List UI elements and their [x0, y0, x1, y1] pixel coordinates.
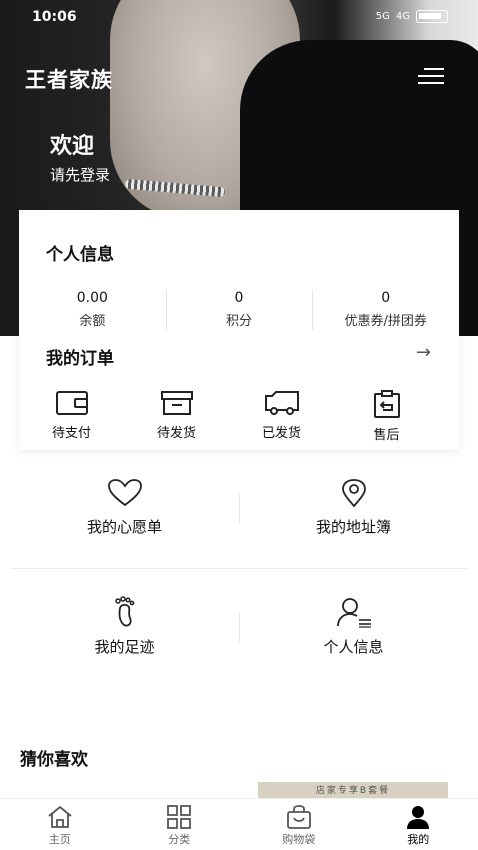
order-pending-payment-label: 待支付: [51, 426, 91, 441]
stat-coupons-value: 0: [381, 290, 391, 306]
tab-category-label: 分类: [168, 833, 191, 846]
truck-icon: [264, 391, 299, 415]
status-bar: 10:06 5G 4G: [0, 8, 478, 28]
footprint-icon: [114, 596, 134, 627]
order-shipped[interactable]: 已发货: [229, 390, 334, 443]
login-link[interactable]: 请先登录: [50, 164, 110, 185]
brand-title: 王者家族: [25, 68, 113, 92]
stat-points-label: 积分: [226, 314, 253, 329]
person-icon: [407, 806, 430, 829]
tab-category[interactable]: 分类: [120, 799, 240, 850]
order-pending-shipment-label: 待发货: [156, 426, 196, 441]
stat-points-value: 0: [234, 290, 244, 306]
wallet-icon: [55, 391, 88, 415]
divider: [10, 568, 468, 569]
order-status-row: 待支付 待发货 已发货 售后: [19, 390, 459, 443]
order-after-sales[interactable]: 售后: [334, 390, 439, 443]
stat-coupons-label: 优惠券/拼团券: [344, 314, 427, 329]
grid-icon: [167, 805, 192, 829]
order-shipped-label: 已发货: [261, 426, 301, 441]
heart-icon: [107, 479, 142, 507]
services-row-1: 我的心愿单 我的地址簿: [10, 478, 468, 558]
box-icon: [160, 391, 193, 415]
services-row-2: 我的足迹 个人信息: [10, 596, 468, 676]
welcome-text: 欢迎: [50, 134, 95, 159]
bottom-tabbar: 主页 分类 购物袋 我的: [0, 798, 478, 850]
signal-5g-icon: 5G: [375, 11, 390, 22]
tab-bag-label: 购物袋: [282, 833, 316, 846]
footprint-label: 我的足迹: [94, 638, 155, 656]
recommend-title: 猜你喜欢: [20, 750, 88, 770]
battery-icon: [416, 10, 448, 23]
personal-info-title: 个人信息: [46, 245, 114, 265]
order-after-sales-label: 售后: [373, 428, 400, 443]
wishlist-entry[interactable]: 我的心愿单: [10, 478, 239, 558]
personal-info-card: 个人信息 0.00 余额 0 积分 0 优惠券/拼团券 我的订单 → 待支付 待…: [19, 210, 459, 450]
home-icon: [48, 805, 72, 828]
profile-info-entry[interactable]: 个人信息: [239, 596, 468, 676]
arrow-right-icon[interactable]: →: [416, 342, 431, 363]
location-pin-icon: [341, 479, 366, 508]
hamburger-icon[interactable]: [418, 68, 444, 86]
footprint-entry[interactable]: 我的足迹: [10, 596, 239, 676]
clipboard-return-icon: [373, 390, 400, 418]
order-pending-shipment[interactable]: 待发货: [124, 390, 229, 443]
user-list-icon: [336, 598, 371, 628]
stat-balance-value: 0.00: [76, 290, 108, 306]
stat-balance-label: 余额: [79, 314, 106, 329]
tab-mine-label: 我的: [407, 833, 430, 846]
stat-coupons[interactable]: 0 优惠券/拼团券: [312, 290, 459, 330]
tab-bag[interactable]: 购物袋: [239, 799, 359, 850]
address-book-entry[interactable]: 我的地址簿: [239, 478, 468, 558]
bag-icon: [286, 805, 311, 829]
status-icons: 5G 4G: [376, 10, 448, 23]
signal-4g-icon: 4G: [395, 11, 410, 22]
tab-home-label: 主页: [48, 833, 71, 846]
stat-balance[interactable]: 0.00 余额: [19, 290, 166, 330]
tab-mine[interactable]: 我的: [359, 799, 478, 850]
orders-title: 我的订单: [46, 349, 114, 369]
order-pending-payment[interactable]: 待支付: [19, 390, 124, 443]
stat-points[interactable]: 0 积分: [165, 290, 313, 330]
tab-home[interactable]: 主页: [0, 799, 120, 850]
account-stats: 0.00 余额 0 积分 0 优惠券/拼团券: [19, 290, 459, 330]
profile-info-label: 个人信息: [323, 638, 384, 656]
status-time: 10:06: [32, 9, 77, 25]
wishlist-label: 我的心愿单: [86, 518, 162, 536]
address-book-label: 我的地址簿: [315, 518, 391, 536]
